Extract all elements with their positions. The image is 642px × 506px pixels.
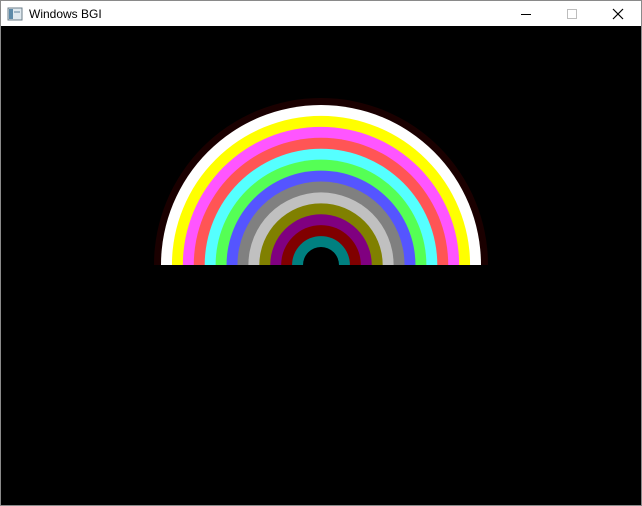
- window-title: Windows BGI: [29, 6, 102, 21]
- bgi-canvas[interactable]: [1, 26, 641, 505]
- close-icon: [612, 8, 624, 19]
- window-controls: [503, 1, 641, 26]
- maximize-icon: [567, 8, 577, 19]
- title-bar[interactable]: Windows BGI: [1, 1, 641, 26]
- minimize-button[interactable]: [503, 1, 549, 26]
- window-app-icon[interactable]: [7, 6, 23, 22]
- bgi-window: Windows BGI: [0, 0, 642, 506]
- minimize-icon: [521, 13, 531, 15]
- maximize-button[interactable]: [549, 1, 595, 26]
- rainbow-drawing: [154, 98, 488, 265]
- close-button[interactable]: [595, 1, 641, 26]
